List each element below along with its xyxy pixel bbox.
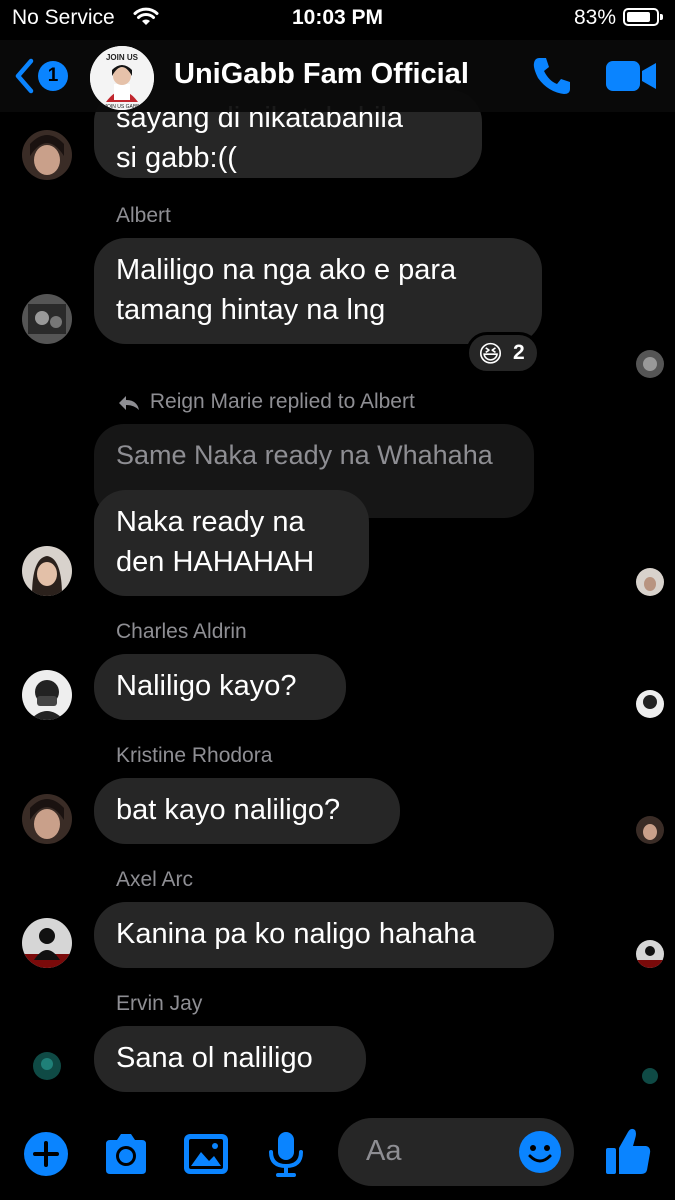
sender-name: Kristine Rhodora [116,744,273,767]
svg-text:JOIN US: JOIN US [106,53,139,62]
read-receipt-avatar [636,350,664,378]
group-avatar[interactable]: JOIN US JOIN US GABB [90,46,154,110]
plus-icon[interactable] [22,1130,70,1178]
reaction-count: 2 [513,341,525,364]
message-bubble[interactable]: Kanina pa ko naligo hahaha [94,902,554,968]
reaction-badge[interactable]: 😆 2 [466,332,540,374]
battery-icon [623,8,663,26]
message-input-placeholder: Aa [366,1135,402,1167]
sender-name: Albert [116,204,171,227]
message-bubble[interactable]: Naliligo kayo? [94,654,346,720]
chat-title[interactable]: UniGabb Fam Official [174,58,469,91]
message-bubble[interactable]: Naka ready na den HAHAHAH [94,490,369,596]
sender-avatar[interactable] [22,130,72,180]
sender-avatar[interactable] [22,1042,72,1092]
sender-name: Charles Aldrin [116,620,247,643]
message-bubble[interactable]: Sana ol naliligo [94,1026,366,1092]
message-input[interactable]: Aa [338,1118,574,1186]
read-receipt-avatar [636,816,664,844]
read-receipt-avatar [636,690,664,718]
read-receipt-avatar [636,568,664,596]
composer-bar: Aa [0,1110,675,1200]
read-receipt-avatar [636,940,664,968]
sender-name: Axel Arc [116,868,194,891]
sender-avatar[interactable] [22,546,72,596]
sender-avatar[interactable] [22,794,72,844]
unread-count-badge: 1 [38,61,68,91]
message-bubble[interactable]: Maliligo na nga ako e para tamang hintay… [94,238,542,344]
sender-avatar[interactable] [22,670,72,720]
status-bar: No Service 10:03 PM 83% [0,0,675,40]
camera-icon[interactable] [102,1130,150,1178]
video-call-icon[interactable] [604,58,658,94]
sender-avatar[interactable] [22,918,72,968]
chat-header: 1 JOIN US JOIN US GABB UniGabb Fam Offic… [0,40,675,112]
thumbs-up-icon[interactable] [604,1126,652,1176]
battery-percent: 83% [574,6,617,29]
microphone-icon[interactable] [262,1130,310,1178]
read-receipt-avatar [636,1062,664,1090]
sender-avatar[interactable] [22,294,72,344]
reply-arrow-icon [119,396,139,410]
svg-text:JOIN US GABB: JOIN US GABB [104,104,140,110]
laughing-emoji-icon: 😆 [478,341,504,368]
chevron-left-icon [15,58,34,94]
battery-level [627,12,650,22]
back-button[interactable]: 1 [14,56,74,96]
phone-icon[interactable] [530,54,574,98]
reply-label: Reign Marie replied to Albert [118,390,415,414]
gallery-icon[interactable] [182,1130,230,1178]
message-bubble[interactable]: bat kayo naliligo? [94,778,400,844]
reply-label-text: Reign Marie replied to Albert [149,390,415,413]
emoji-icon[interactable] [518,1130,562,1174]
sender-name: Ervin Jay [116,992,203,1015]
